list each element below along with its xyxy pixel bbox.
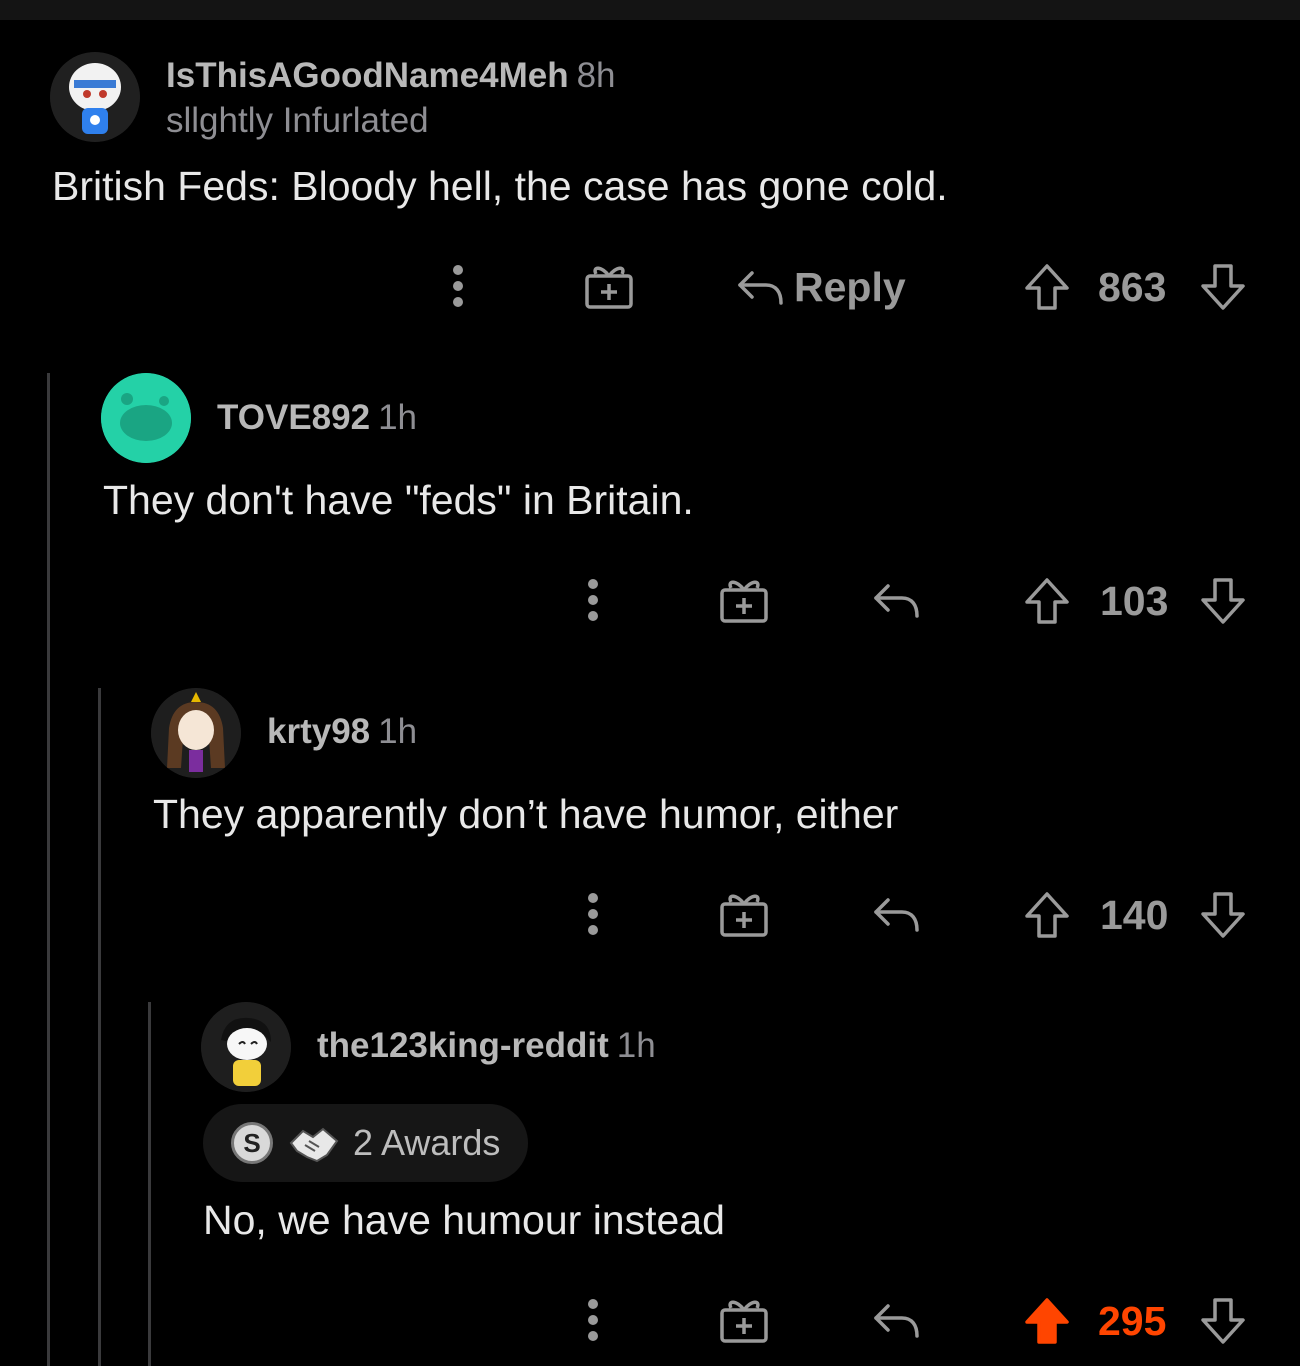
comment-meta: krty98 1h (267, 712, 417, 752)
timestamp: 1h (616, 1026, 656, 1065)
comment-meta: IsThisAGoodName4Meh 8h (166, 56, 616, 96)
more-icon (453, 265, 463, 307)
comment-1: IsThisAGoodName4Meh 8h sllghtly Infurlate… (0, 0, 1300, 340)
more-button[interactable] (571, 886, 615, 942)
gift-award-button[interactable] (716, 888, 772, 940)
thread-line-3[interactable] (148, 1002, 151, 1366)
gift-icon (720, 894, 768, 937)
gift-icon (585, 266, 633, 309)
handshake-award-icon (289, 1127, 339, 1163)
avatar[interactable] (201, 1002, 291, 1092)
upvote-icon (1025, 578, 1069, 624)
gift-icon (720, 1300, 768, 1343)
username[interactable]: IsThisAGoodName4Meh (166, 56, 569, 95)
gift-award-button[interactable] (716, 574, 772, 626)
reply-icon (874, 898, 919, 932)
downvote-button[interactable] (1198, 262, 1248, 312)
upvote-icon (1025, 1298, 1069, 1344)
more-icon (588, 893, 598, 935)
comment-meta: the123king-reddit 1h (317, 1026, 656, 1066)
avatar[interactable] (101, 373, 191, 463)
downvote-button[interactable] (1198, 1296, 1248, 1346)
gift-award-button[interactable] (581, 260, 637, 312)
downvote-button[interactable] (1198, 576, 1248, 626)
user-flair: sllghtly Infurlated (166, 101, 429, 140)
vote-score: 140 (1100, 892, 1169, 938)
reply-icon (874, 584, 919, 618)
more-icon (588, 579, 598, 621)
more-icon (588, 1299, 598, 1341)
avatar[interactable] (50, 52, 140, 142)
more-button[interactable] (571, 1292, 615, 1348)
more-button[interactable] (436, 258, 480, 314)
reply-button[interactable] (871, 576, 921, 624)
reply-button[interactable]: Reply (736, 258, 936, 316)
downvote-icon (1201, 264, 1245, 310)
upvote-button[interactable] (1022, 1296, 1072, 1346)
username[interactable]: TOVE892 (217, 398, 370, 437)
timestamp: 1h (378, 398, 417, 437)
upvote-icon (1025, 264, 1069, 310)
reply-icon (738, 271, 783, 305)
upvote-button[interactable] (1022, 890, 1072, 940)
username[interactable]: the123king-reddit (317, 1026, 609, 1065)
more-button[interactable] (571, 572, 615, 628)
downvote-button[interactable] (1198, 890, 1248, 940)
awards-pill[interactable]: S 2 Awards (203, 1104, 529, 1182)
reply-label: Reply (794, 263, 906, 310)
upvote-button[interactable] (1022, 262, 1072, 312)
downvote-icon (1201, 892, 1245, 938)
comment-body: They apparently don’t have humor, either (153, 791, 899, 837)
silver-award-icon: S (231, 1122, 273, 1164)
username[interactable]: krty98 (267, 712, 370, 751)
timestamp: 1h (378, 712, 418, 751)
reply-button[interactable] (871, 890, 921, 938)
avatar[interactable] (151, 688, 241, 778)
upvote-button[interactable] (1022, 576, 1072, 626)
reply-button[interactable] (871, 1296, 921, 1344)
comment-meta: TOVE892 1h (217, 398, 417, 438)
vote-score: 295 (1098, 1298, 1167, 1344)
downvote-icon (1201, 1298, 1245, 1344)
gift-icon (720, 580, 768, 623)
thread-line-2[interactable] (98, 688, 101, 1366)
vote-score: 863 (1098, 264, 1167, 310)
reply-icon (874, 1304, 919, 1338)
gift-award-button[interactable] (716, 1294, 772, 1346)
comment-body: No, we have humour instead (203, 1197, 725, 1243)
upvote-icon (1025, 892, 1069, 938)
comment-body: British Feds: Bloody hell, the case has … (52, 163, 948, 209)
awards-count: 2 Awards (353, 1122, 501, 1163)
comment-body: They don't have "feds" in Britain. (103, 477, 694, 523)
timestamp: 8h (576, 56, 616, 95)
thread-line-1[interactable] (47, 373, 50, 1366)
vote-score: 103 (1100, 578, 1169, 624)
downvote-icon (1201, 578, 1245, 624)
